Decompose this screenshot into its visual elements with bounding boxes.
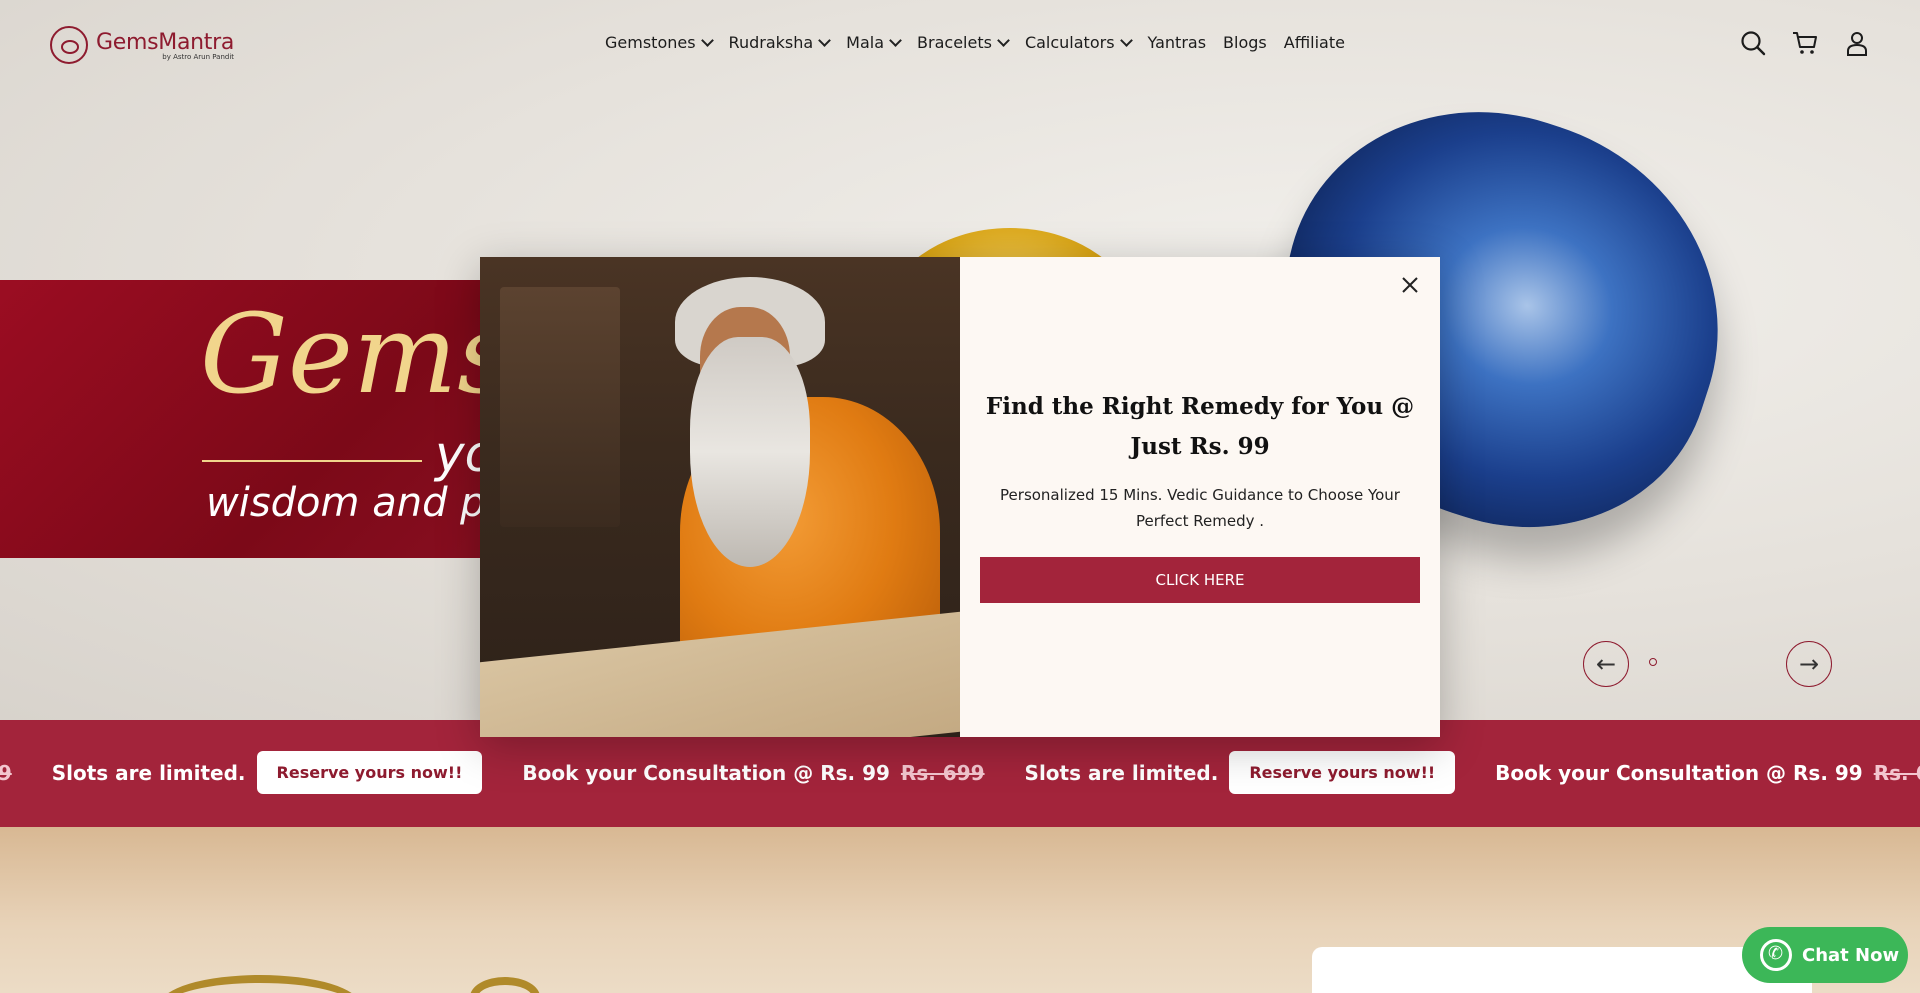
hero-banner-subtitle: wisdom and po xyxy=(206,480,511,526)
chevron-down-icon xyxy=(700,33,714,47)
chevron-down-icon xyxy=(1119,33,1133,47)
close-icon[interactable] xyxy=(1398,273,1422,297)
popup-title: Find the Right Remedy for You @ Just Rs.… xyxy=(985,393,1415,460)
nav-item-label: Blogs xyxy=(1223,33,1267,52)
chevron-down-icon xyxy=(818,33,832,47)
hero-banner-divider xyxy=(202,460,422,462)
nav-item-label: Rudraksha xyxy=(728,33,814,52)
popup-content: Find the Right Remedy for You @ Just Rs.… xyxy=(960,257,1440,737)
reserve-button[interactable]: Reserve yours now!! xyxy=(256,751,483,794)
content-card xyxy=(1312,947,1812,993)
nav-item-label: Bracelets xyxy=(917,33,992,52)
nav-item-label: Affiliate xyxy=(1283,33,1345,52)
ring-image xyxy=(470,977,540,993)
whatsapp-icon xyxy=(1760,939,1792,971)
ticker-track: 699 Slots are limited. Reserve yours now… xyxy=(0,751,1920,794)
nav-item-label: Yantras xyxy=(1147,33,1207,52)
ticker-old-price: 699 xyxy=(0,760,12,785)
ticker-slots-text: Slots are limited. xyxy=(51,760,246,785)
ring-image xyxy=(160,975,360,993)
sage-image xyxy=(480,257,960,737)
slider-next-button[interactable]: → xyxy=(1786,641,1832,687)
logo-mark-icon xyxy=(50,26,88,64)
shelf-image xyxy=(500,287,620,527)
sage-beard xyxy=(690,337,810,567)
brand-logo[interactable]: GemsMantra by Astro Arun Pandit xyxy=(50,26,234,64)
brand-name: GemsMantra xyxy=(96,29,235,55)
nav-item-gemstones[interactable]: Gemstones xyxy=(605,33,714,52)
nav-item-rudraksha[interactable]: Rudraksha xyxy=(728,33,832,52)
ticker-offer-text: Book your Consultation @ Rs. 99 xyxy=(1495,760,1863,785)
next-section-banner xyxy=(0,827,1920,993)
popup-description: Personalized 15 Mins. Vedic Guidance to … xyxy=(1000,486,1400,530)
nav-item-bracelets[interactable]: Bracelets xyxy=(917,33,1010,52)
slider-dot[interactable] xyxy=(1649,658,1657,666)
ticker-offer-text: Book your Consultation @ Rs. 99 xyxy=(522,760,890,785)
chevron-down-icon xyxy=(889,33,902,47)
cart-icon[interactable] xyxy=(1792,30,1818,56)
header-actions xyxy=(1740,30,1870,56)
ticker-old-price: Rs. 699 xyxy=(900,760,985,785)
nav-item-mala[interactable]: Mala xyxy=(846,33,902,52)
consultation-popup: Find the Right Remedy for You @ Just Rs.… xyxy=(480,257,1440,737)
ticker-slots-text: Slots are limited. xyxy=(1024,760,1219,785)
site-header: GemsMantra by Astro Arun Pandit Gemstone… xyxy=(0,0,1920,90)
brand-tagline: by Astro Arun Pandit xyxy=(162,52,235,61)
nav-item-label: Calculators xyxy=(1024,33,1115,52)
chat-label: Chat Now xyxy=(1802,944,1900,966)
chevron-down-icon xyxy=(997,33,1010,47)
main-nav: Gemstones Rudraksha Mala Bracelets Calcu… xyxy=(605,33,1345,52)
nav-item-yantras[interactable]: Yantras xyxy=(1148,33,1207,52)
nav-item-label: Mala xyxy=(846,33,885,52)
slider-prev-button[interactable]: ← xyxy=(1583,641,1629,687)
click-here-button[interactable]: CLICK HERE xyxy=(980,557,1420,603)
nav-item-calculators[interactable]: Calculators xyxy=(1024,33,1133,52)
chat-now-button[interactable]: Chat Now xyxy=(1742,927,1908,983)
search-icon[interactable] xyxy=(1740,30,1766,56)
nav-item-blogs[interactable]: Blogs xyxy=(1223,33,1267,52)
nav-item-affiliate[interactable]: Affiliate xyxy=(1284,33,1345,52)
user-icon[interactable] xyxy=(1844,30,1870,56)
ticker-old-price: Rs. 699 xyxy=(1873,760,1920,785)
nav-item-label: Gemstones xyxy=(605,33,696,52)
reserve-button[interactable]: Reserve yours now!! xyxy=(1229,751,1456,794)
hero-banner: Gems-I yo wisdom and po xyxy=(0,280,560,558)
